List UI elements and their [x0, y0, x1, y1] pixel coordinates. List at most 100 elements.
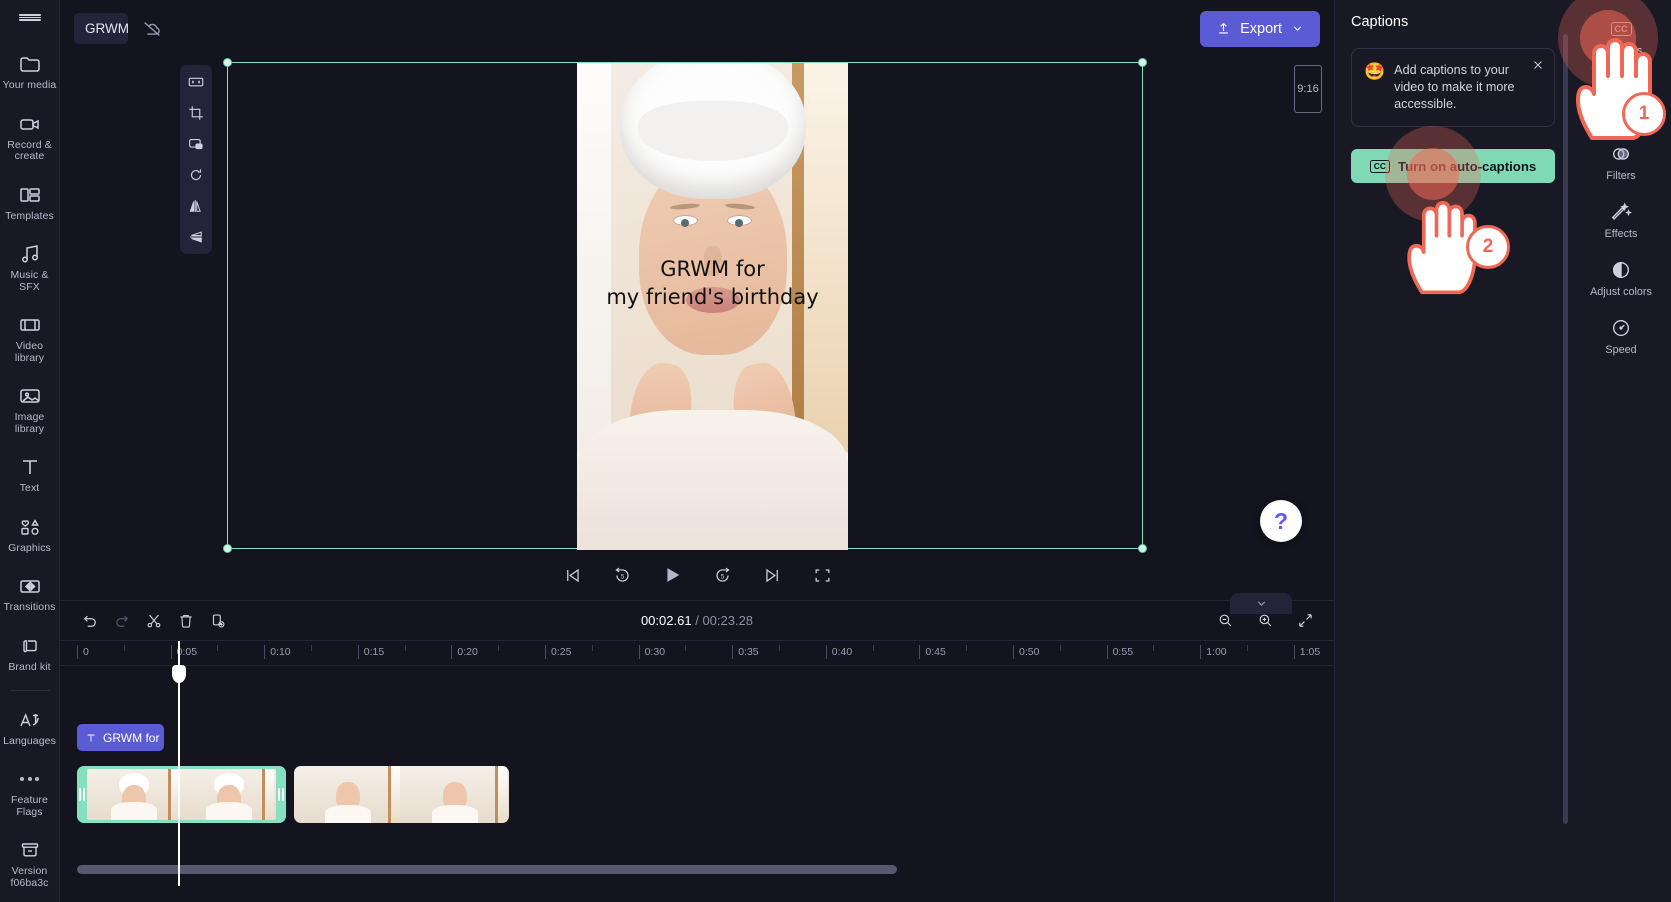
rail-item-label: Adjust colors	[1590, 286, 1652, 298]
sidebar-item-templates[interactable]: Templates	[0, 176, 60, 229]
sidebar-item-label: Text	[19, 482, 40, 495]
skip-previous-icon[interactable]	[561, 564, 583, 586]
resize-handle-top-left[interactable]	[223, 58, 232, 67]
skip-next-icon[interactable]	[761, 564, 783, 586]
clipchamp-editor: Your media Record & create Templates Mus…	[0, 0, 1671, 902]
resize-handle-top-right[interactable]	[1138, 58, 1147, 67]
sidebar-item-music-sfx[interactable]: Music & SFX	[0, 235, 60, 299]
sidebar-item-label: Templates	[5, 209, 54, 222]
playhead-knob[interactable]	[172, 665, 186, 683]
sidebar-item-brand-kit[interactable]: Brand kit	[0, 627, 60, 680]
help-button[interactable]: ?	[1260, 500, 1302, 542]
timeline-ruler[interactable]: 0 0:05 0:10 0:15 0:20 0:25 0:30 0:35 0:40 0:45 0:5…	[60, 641, 1334, 666]
sidebar-item-label: Feature Flags	[11, 794, 48, 818]
rail-item-adjust-colors[interactable]: Adjust colors	[1571, 249, 1671, 307]
upload-icon	[1219, 23, 1228, 34]
ruler-tick: 0:15	[357, 645, 384, 659]
export-button[interactable]: Export	[1200, 10, 1320, 47]
sidebar-item-label: Record & create	[7, 138, 52, 163]
fullscreen-icon[interactable]	[811, 564, 833, 586]
undo-button[interactable]	[78, 609, 102, 633]
sidebar-item-languages[interactable]: Languages	[0, 701, 60, 754]
step-badge-1: 1	[1622, 92, 1666, 136]
video-clip-selected[interactable]	[77, 766, 286, 823]
rail-item-filters[interactable]: Filters	[1571, 133, 1671, 191]
redo-button[interactable]	[110, 609, 134, 633]
trim-handle-right[interactable]	[276, 766, 286, 823]
ruler-tick-minor	[404, 645, 406, 651]
languages-icon	[18, 708, 42, 732]
menu-icon[interactable]	[18, 14, 41, 22]
sidebar-item-video-library[interactable]: Video library	[0, 306, 60, 370]
rail-item-speed[interactable]: Speed	[1571, 307, 1671, 365]
templates-icon	[18, 183, 42, 207]
property-icon-rail: CC Captions Fade Filters Effects Adjust …	[1571, 0, 1671, 902]
timeline: 00:02.61 / 00:23.28 0 0:05 0:10 0:15 0:20 0:2…	[60, 600, 1334, 902]
collapse-timeline-button[interactable]	[1230, 593, 1292, 614]
overlay-line-1: GRWM for	[660, 257, 765, 281]
rewind-5-icon[interactable]: 5	[611, 564, 633, 586]
fit-timeline-icon[interactable]	[1294, 610, 1316, 632]
text-clip-label: GRWM for	[103, 730, 160, 745]
project-title-input[interactable]: GRWM	[74, 13, 128, 44]
ruler-tick: 1:00	[1200, 645, 1227, 659]
image-icon	[18, 384, 42, 408]
play-button[interactable]	[661, 564, 683, 586]
sidebar-item-label: Image library	[14, 411, 45, 435]
sidebar-item-image-library[interactable]: Image library	[0, 377, 60, 441]
video-clip-2[interactable]	[294, 766, 509, 823]
ruler-tick-minor	[311, 645, 312, 651]
rotate-icon[interactable]	[185, 164, 207, 186]
crop-icon[interactable]	[185, 102, 207, 124]
ruler-tick: 0:35	[732, 645, 759, 659]
text-overlay[interactable]: GRWM for my friend's birthday	[577, 255, 848, 311]
sidebar-item-your-media[interactable]: Your media	[0, 45, 60, 98]
selection-bounding-box[interactable]: GRWM for my friend's birthday	[223, 58, 1147, 553]
flip-horizontal-icon[interactable]	[185, 195, 207, 217]
sidebar-item-feature-flags[interactable]: Feature Flags	[0, 760, 60, 824]
trim-handle-left[interactable]	[77, 766, 87, 823]
split-button[interactable]	[142, 609, 166, 633]
tip-card: 🤩 Add captions to your video to make it …	[1351, 48, 1555, 127]
panel-title: Captions	[1351, 14, 1409, 30]
sidebar-item-text[interactable]: Text	[0, 448, 60, 501]
click-pulse-inner-1	[1580, 10, 1636, 66]
close-icon[interactable]	[1530, 57, 1546, 73]
sidebar-item-label: Transitions	[3, 601, 56, 614]
fit-to-width-icon[interactable]	[185, 71, 207, 93]
video-preview[interactable]: GRWM for my friend's birthday	[577, 63, 848, 550]
current-time: 00:02.61	[640, 613, 692, 628]
picture-in-picture-icon[interactable]	[185, 133, 207, 155]
resize-handle-bottom-right[interactable]	[1138, 544, 1147, 553]
film-icon	[18, 313, 42, 337]
sidebar-item-transitions[interactable]: Transitions	[0, 567, 60, 620]
resize-handle-bottom-left[interactable]	[223, 544, 232, 553]
aspect-ratio-badge[interactable]: 9:16	[1294, 65, 1322, 113]
clip-thumbnails	[87, 769, 276, 820]
flip-vertical-icon[interactable]	[185, 226, 207, 248]
timeline-toolbar: 00:02.61 / 00:23.28	[60, 601, 1334, 641]
ruler-tick-minor	[966, 645, 968, 651]
ruler-tick-minor	[1059, 645, 1061, 651]
sidebar-item-version[interactable]: Version f06ba3c	[0, 831, 60, 895]
sidebar-item-record-create[interactable]: Record & create	[0, 105, 60, 169]
left-sidebar: Your media Record & create Templates Mus…	[0, 0, 60, 902]
sidebar-item-graphics[interactable]: Graphics	[0, 508, 60, 561]
rail-item-effects[interactable]: Effects	[1571, 191, 1671, 249]
text-icon	[18, 455, 42, 479]
duplicate-button[interactable]	[206, 609, 230, 633]
forward-5-icon[interactable]: 5	[711, 564, 733, 586]
delete-button[interactable]	[174, 609, 198, 633]
panel-scrollbar[interactable]	[1563, 34, 1568, 824]
text-track-clip[interactable]: GRWM for	[77, 724, 164, 751]
timeline-horizontal-scrollbar[interactable]	[77, 865, 897, 874]
ruler-tick: 0:20	[451, 645, 478, 659]
time-separator: /	[695, 613, 699, 628]
ruler-tick-minor	[498, 645, 500, 651]
sidebar-item-label: Graphics	[8, 541, 51, 554]
chevron-down-icon	[1293, 26, 1302, 31]
cloud-offline-icon[interactable]	[136, 13, 168, 44]
playhead[interactable]	[172, 641, 186, 886]
ruler-tick-minor	[1247, 645, 1248, 651]
effects-icon	[1610, 201, 1632, 223]
